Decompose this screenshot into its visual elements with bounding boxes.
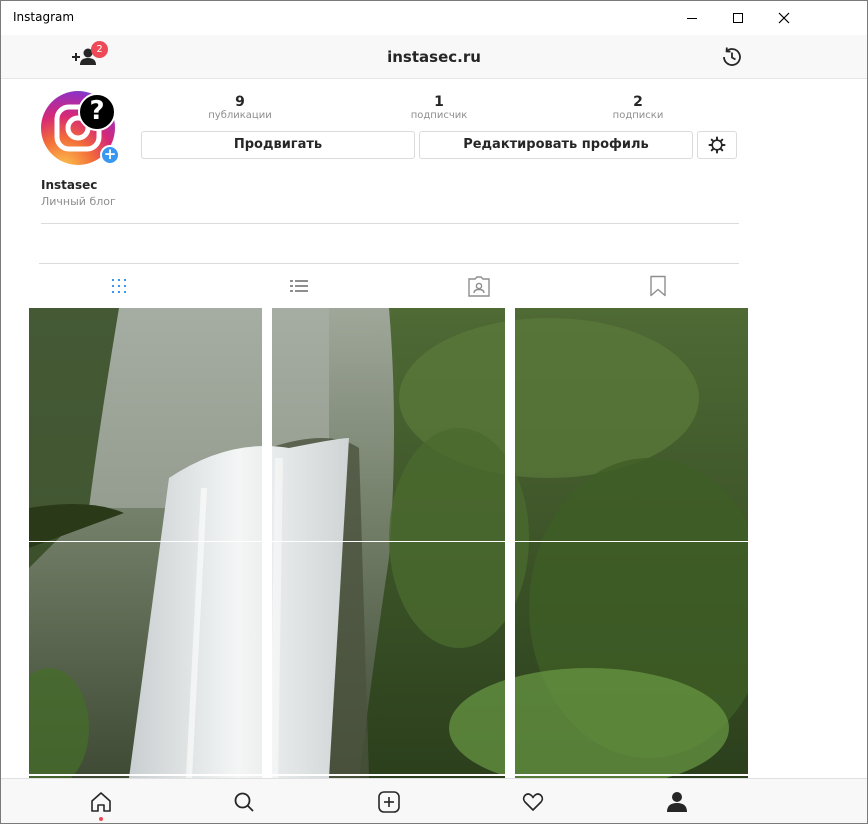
add-story-badge[interactable]: + [100,145,120,165]
grid-post[interactable] [29,308,262,541]
window-title: Instagram [13,10,75,24]
settings-button[interactable] [697,131,737,159]
stat-posts-label: публикации [208,110,272,121]
stat-followers[interactable]: 1 подписчик [379,94,499,122]
bottom-nav [1,778,867,823]
nav-search[interactable] [231,789,257,815]
close-icon [778,12,790,24]
stat-following-label: подписки [612,110,664,121]
bookmark-icon [650,275,666,297]
stat-followers-count: 1 [434,94,444,110]
tagged-icon [468,276,490,297]
maximize-icon [733,13,743,23]
stat-following-count: 2 [633,94,643,110]
profile-username: Instasec [41,178,98,192]
new-post-icon [378,791,400,813]
nav-new-post[interactable] [376,789,402,815]
list-icon [290,280,308,292]
close-button[interactable] [761,1,807,35]
divider [39,263,739,264]
nav-profile[interactable] [664,789,690,815]
help-badge: ? [78,93,116,131]
title-bar: Instagram [1,1,867,35]
stat-followers-label: подписчик [410,110,468,121]
tab-list[interactable] [284,272,314,300]
history-icon [723,47,741,66]
maximize-button[interactable] [715,1,761,35]
photo-grid [9,308,769,788]
heart-icon [522,793,544,811]
app-window: Instagram 2 instasec.ru ? + 9 публикации… [0,0,868,824]
search-icon [234,792,254,812]
promote-button[interactable]: Продвигать [141,131,415,159]
grid-icon [112,279,126,293]
profile-avatar[interactable]: ? + [41,91,121,171]
home-icon [91,792,111,812]
tab-tagged[interactable] [464,272,494,300]
stat-posts-count: 9 [235,94,245,110]
grid-post[interactable] [515,308,748,541]
grid-gap [262,308,272,778]
edit-profile-button[interactable]: Редактировать профиль [419,131,693,159]
minimize-icon [687,18,697,19]
tab-saved[interactable] [643,272,673,300]
grid-post[interactable] [272,542,505,775]
profile-category: Личный блог [41,195,116,208]
grid-post[interactable] [29,542,262,775]
grid-post[interactable] [272,308,505,541]
active-indicator [99,817,103,821]
stat-following[interactable]: 2 подписки [578,94,698,122]
profile-icon [667,792,687,812]
gear-icon [708,136,726,154]
tab-grid[interactable] [104,272,134,300]
app-header: 2 instasec.ru [1,35,867,79]
nav-home[interactable] [88,789,114,815]
stat-posts[interactable]: 9 публикации [180,94,300,122]
nav-activity[interactable] [520,789,546,815]
grid-post[interactable] [515,542,748,775]
minimize-button[interactable] [669,1,715,35]
divider [41,223,739,224]
history-button[interactable] [719,44,745,70]
grid-gap [505,308,515,778]
